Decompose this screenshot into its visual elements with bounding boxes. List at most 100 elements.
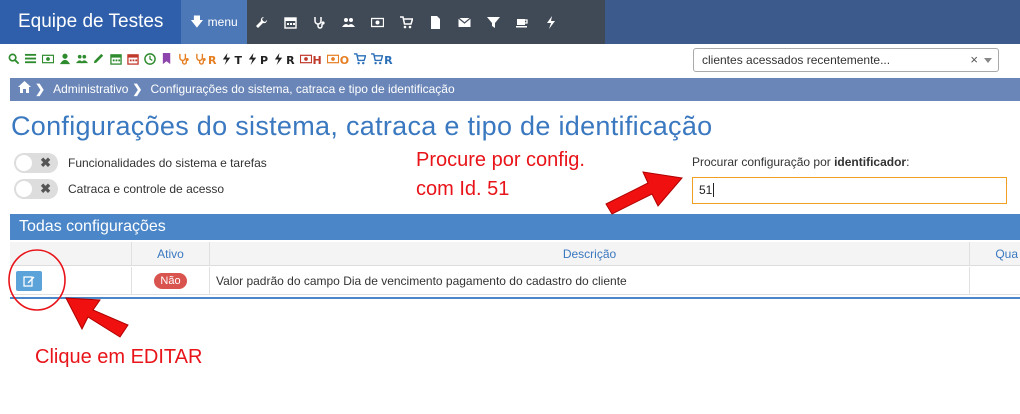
bookmark-icon xyxy=(161,52,173,68)
toggle-catraca[interactable]: ✖ xyxy=(14,179,58,199)
filter-icon[interactable] xyxy=(479,0,508,44)
home-icon[interactable] xyxy=(18,78,31,101)
search-hint-line: Procure por config. xyxy=(416,149,585,171)
toolbar-suffix-label: R xyxy=(286,53,295,67)
toggle-label: Funcionalidades do sistema e tarefas xyxy=(68,156,267,170)
bolt-icon xyxy=(221,52,233,68)
money-icon[interactable] xyxy=(363,0,392,44)
column-header-ativo[interactable]: Ativo xyxy=(132,242,210,265)
descricao-cell: Valor padrão do campo Dia de vencimento … xyxy=(210,267,970,294)
top-icon-bar xyxy=(247,0,605,44)
calendar-icon xyxy=(127,53,139,68)
clock-icon xyxy=(144,52,156,68)
toolbar-bookmark-button[interactable] xyxy=(161,52,173,68)
toolbar-clock-button[interactable] xyxy=(144,52,156,68)
stethoscope-icon xyxy=(178,53,190,68)
toolbar-suffix-label: R xyxy=(384,53,393,67)
search-hint-line: com Id. 51 xyxy=(416,178,510,200)
money-icon xyxy=(326,53,339,68)
shortcut-toolbar: RTPRHOR xyxy=(8,50,393,70)
breadcrumb-item-current: Configurações do sistema, catraca e tipo… xyxy=(150,82,455,96)
clear-icon[interactable]: × xyxy=(970,49,978,71)
page-title: Configurações do sistema, catraca e tipo… xyxy=(11,111,713,141)
toolbar-suffix-label: H xyxy=(312,53,322,67)
panel-title: Todas configurações xyxy=(10,214,1020,240)
column-header-qua[interactable]: Qua xyxy=(970,242,1020,265)
toggle-row-catraca: ✖ Catraca e controle de acesso xyxy=(14,179,224,199)
toolbar-stethoscope-button[interactable]: R xyxy=(195,52,216,68)
search-id-input[interactable]: 51 xyxy=(692,177,1007,204)
bolt-icon[interactable] xyxy=(537,0,566,44)
toolbar-money-button[interactable] xyxy=(41,52,55,68)
calendar-icon[interactable] xyxy=(276,0,305,44)
stethoscope-icon xyxy=(195,53,207,68)
toolbar-suffix-label: T xyxy=(234,53,242,67)
search-hint-annotation: Procure por config. com Id. 51 xyxy=(416,147,585,202)
file-icon[interactable] xyxy=(421,0,450,44)
money-icon xyxy=(299,53,312,68)
toolbar-bolt-button[interactable]: R xyxy=(273,52,295,68)
toolbar-cart-button[interactable]: R xyxy=(371,52,393,68)
list-icon xyxy=(25,53,37,68)
toolbar-suffix-label: P xyxy=(260,53,269,67)
toolbar-stethoscope-button[interactable] xyxy=(178,52,190,68)
toolbar-search-button[interactable] xyxy=(8,52,20,68)
coffee-icon[interactable] xyxy=(508,0,537,44)
app-title[interactable]: Equipe de Testes xyxy=(0,0,181,44)
recent-clients-select[interactable]: clientes acessados recentemente... × xyxy=(693,48,999,72)
ativo-cell: Não xyxy=(132,267,210,294)
close-icon: ✖ xyxy=(40,155,51,170)
search-label: Procurar configuração por identificador: xyxy=(692,155,910,169)
toolbar-bolt-button[interactable]: P xyxy=(247,52,268,68)
calendar-icon xyxy=(110,53,122,68)
edit-button[interactable] xyxy=(16,270,42,291)
edit-icon xyxy=(23,275,35,287)
table-header: Ativo Descrição Qua xyxy=(10,242,1020,266)
edit-hint-annotation: Clique em EDITAR xyxy=(35,346,203,368)
toolbar-list-button[interactable] xyxy=(25,52,37,68)
column-header-actions xyxy=(10,242,132,265)
top-navbar: Equipe de Testes 🡇 menu xyxy=(0,0,1020,44)
toolbar-bolt-button[interactable]: T xyxy=(221,52,242,68)
actions-cell xyxy=(10,267,132,294)
toolbar-money-button[interactable]: H xyxy=(299,52,322,68)
chevron-right-icon: ❯ xyxy=(132,82,143,96)
chevron-right-icon: ❯ xyxy=(35,82,46,96)
cart-icon xyxy=(354,52,367,68)
menu-label: menu xyxy=(207,15,238,29)
breadcrumb: ❯ Administrativo ❯ Configurações do sist… xyxy=(10,78,1020,101)
toggle-funcionalidades[interactable]: ✖ xyxy=(14,153,58,173)
column-header-descricao[interactable]: Descrição xyxy=(210,242,970,265)
arrow-up-left-icon xyxy=(65,297,129,338)
toolbar-calendar-button[interactable] xyxy=(127,52,139,68)
toolbar-suffix-label: R xyxy=(208,53,217,67)
users-icon[interactable] xyxy=(334,0,363,44)
qua-cell xyxy=(970,267,1020,294)
cart-icon xyxy=(371,52,384,68)
toolbar-pencil-button[interactable] xyxy=(93,52,105,68)
table-row: Não Valor padrão do campo Dia de vencime… xyxy=(10,267,1020,295)
bolt-icon xyxy=(273,52,285,68)
arrow-right-icon xyxy=(605,171,683,215)
toolbar-user-button[interactable] xyxy=(59,52,71,68)
envelope-icon[interactable] xyxy=(450,0,479,44)
toolbar-users-button[interactable] xyxy=(76,52,88,68)
panel-bottom-border xyxy=(10,297,1020,299)
toolbar-suffix-label: O xyxy=(339,53,350,67)
toolbar-money-button[interactable]: O xyxy=(326,52,350,68)
toolbar-calendar-button[interactable] xyxy=(110,52,122,68)
recent-clients-value: clientes acessados recentemente... xyxy=(702,53,891,67)
close-icon: ✖ xyxy=(40,181,51,196)
bolt-icon xyxy=(247,52,259,68)
money-icon xyxy=(41,53,55,68)
user-icon xyxy=(59,53,71,68)
toolbar-cart-button[interactable] xyxy=(354,52,367,68)
arrow-down-icon: 🡇 xyxy=(190,14,204,29)
breadcrumb-item-administrativo[interactable]: Administrativo xyxy=(53,78,128,101)
menu-button[interactable]: 🡇 menu xyxy=(181,0,247,44)
cart-icon[interactable] xyxy=(392,0,421,44)
wrench-icon[interactable] xyxy=(247,0,276,44)
users-icon xyxy=(76,53,88,68)
stethoscope-icon[interactable] xyxy=(305,0,334,44)
chevron-down-icon[interactable] xyxy=(984,58,992,63)
